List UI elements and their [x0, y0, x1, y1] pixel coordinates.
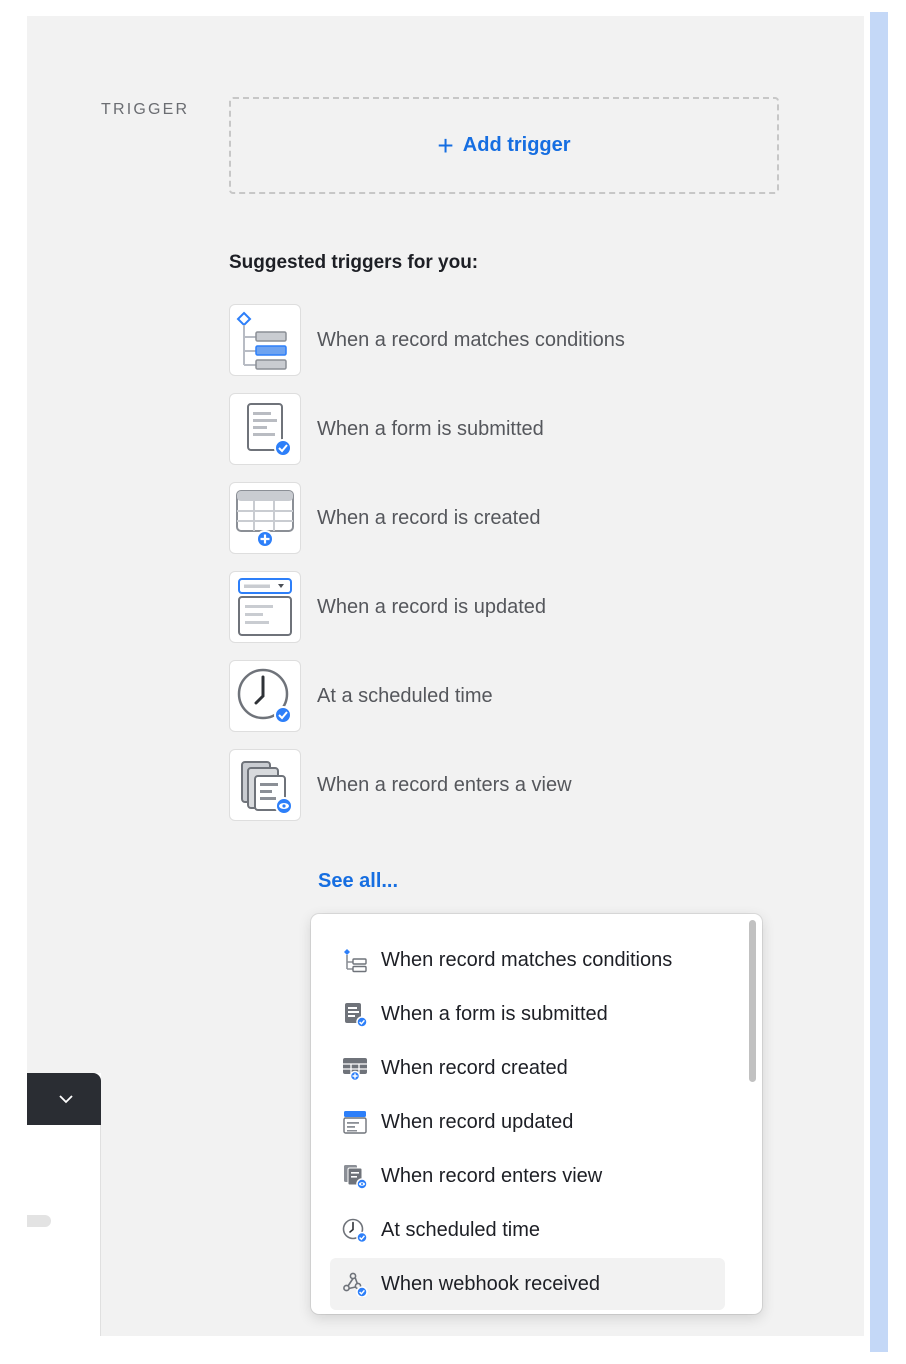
suggested-trigger-label: When a record matches conditions: [317, 328, 625, 351]
dropdown-item-record-created[interactable]: When record created: [330, 1042, 725, 1094]
suggested-trigger-record-matches-conditions[interactable]: When a record matches conditions: [229, 303, 749, 377]
dropdown-item-label: When record matches conditions: [381, 948, 673, 971]
add-trigger-label: Add trigger: [462, 134, 571, 156]
record-created-icon: [340, 1053, 370, 1083]
see-all-link[interactable]: See all...: [318, 870, 398, 893]
side-panel-collapse-button[interactable]: [27, 1073, 101, 1125]
trigger-dropdown-menu: When record matches conditions When a fo…: [311, 914, 762, 1314]
add-trigger-button[interactable]: + Add trigger: [229, 97, 779, 194]
clock-icon: [229, 660, 301, 732]
form-submitted-icon: [340, 999, 370, 1029]
dropdown-item-label: When webhook received: [381, 1272, 601, 1295]
side-panel-border: [100, 1125, 101, 1336]
suggested-trigger-label: When a record is updated: [317, 595, 547, 618]
dropdown-item-record-updated[interactable]: When record updated: [330, 1096, 725, 1148]
suggested-trigger-label: At a scheduled time: [317, 684, 493, 707]
dropdown-item-label: When record created: [381, 1056, 568, 1079]
side-panel-pill: [27, 1215, 51, 1227]
suggested-trigger-label: When a record enters a view: [317, 773, 572, 796]
dropdown-item-label: When a form is submitted: [381, 1002, 608, 1025]
record-updated-icon: [229, 571, 301, 643]
side-panel: [27, 1073, 101, 1336]
conditions-icon: [229, 304, 301, 376]
plus-icon: +: [437, 129, 454, 161]
dropdown-item-label: At scheduled time: [381, 1218, 540, 1241]
dropdown-item-label: When record enters view: [381, 1164, 603, 1187]
dropdown-item-webhook-received[interactable]: When webhook received: [330, 1258, 725, 1310]
suggested-trigger-form-submitted[interactable]: When a form is submitted: [229, 392, 749, 466]
record-created-icon: [229, 482, 301, 554]
dropdown-item-label: When record updated: [381, 1110, 574, 1133]
dropdown-scrollbar[interactable]: [749, 920, 756, 1082]
suggested-triggers-heading: Suggested triggers for you:: [229, 252, 479, 273]
dropdown-item-form-submitted[interactable]: When a form is submitted: [330, 988, 725, 1040]
form-submitted-icon: [229, 393, 301, 465]
suggested-trigger-record-updated[interactable]: When a record is updated: [229, 570, 749, 644]
suggested-trigger-scheduled-time[interactable]: At a scheduled time: [229, 659, 749, 733]
record-updated-icon: [340, 1107, 370, 1137]
record-enters-view-icon: [340, 1161, 370, 1191]
dropdown-item-record-enters-view[interactable]: When record enters view: [330, 1150, 725, 1202]
record-enters-view-icon: [229, 749, 301, 821]
clock-icon: [340, 1215, 370, 1245]
conditions-icon: [340, 945, 370, 975]
dropdown-item-scheduled-time[interactable]: At scheduled time: [330, 1204, 725, 1256]
chevron-down-icon: [59, 1095, 73, 1104]
dropdown-item-record-matches-conditions[interactable]: When record matches conditions: [330, 934, 725, 986]
webhook-icon: [340, 1269, 370, 1299]
trigger-section-label: TRIGGER: [101, 101, 190, 118]
suggested-trigger-label: When a form is submitted: [317, 417, 544, 440]
right-panel-edge: [870, 12, 888, 1352]
suggested-trigger-record-enters-view[interactable]: When a record enters a view: [229, 748, 749, 822]
suggested-trigger-record-created[interactable]: When a record is created: [229, 481, 749, 555]
suggested-trigger-label: When a record is created: [317, 506, 541, 529]
